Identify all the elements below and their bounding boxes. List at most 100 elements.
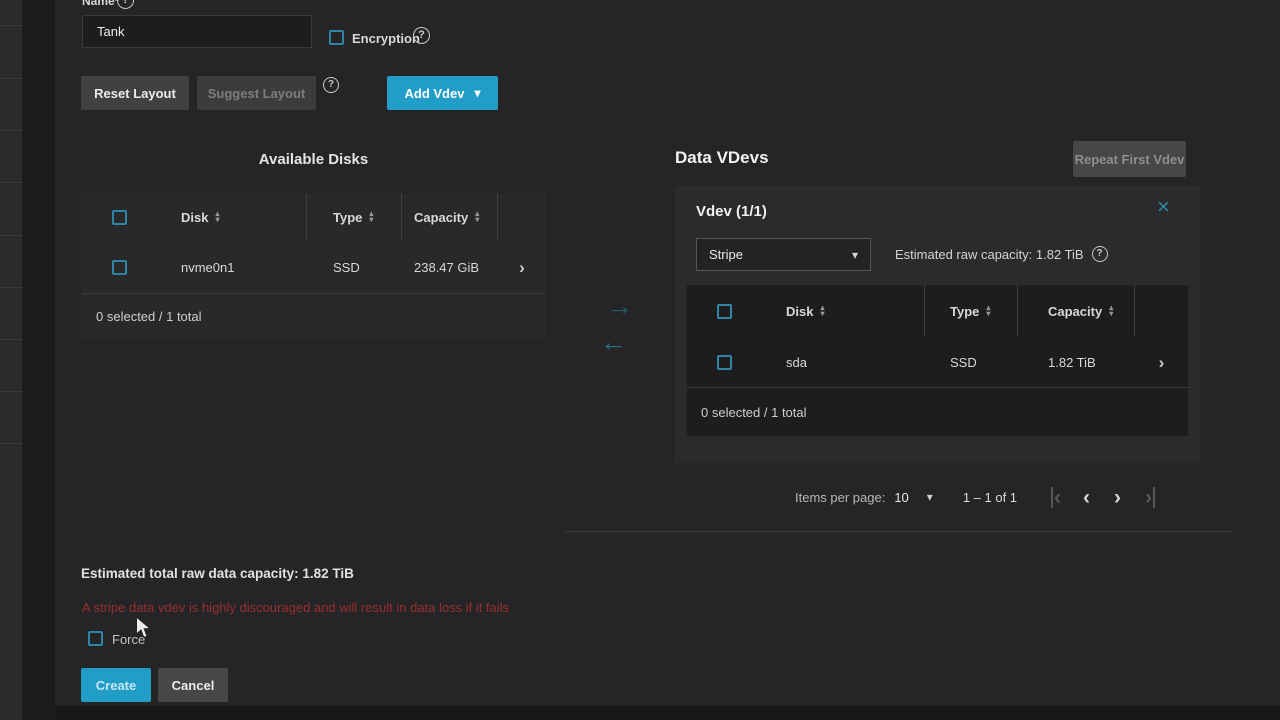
row-expand-chevron-icon[interactable]: ›: [519, 258, 525, 277]
column-header-type[interactable]: Type ▴ ▾: [307, 210, 373, 225]
data-vdevs-title: Data VDevs: [675, 148, 769, 167]
estimated-total-capacity: Estimated total raw data capacity: 1.82 …: [81, 566, 354, 581]
next-page-icon: ›: [1114, 485, 1122, 509]
cancel-button[interactable]: Cancel: [158, 668, 228, 702]
estimated-raw-capacity: Estimated raw capacity: 1.82 TiB ?: [895, 246, 1108, 262]
column-header-capacity[interactable]: Capacity ▴ ▾: [402, 210, 479, 225]
vdev-card: Vdev (1/1) × Stripe ▾ Estimated raw capa…: [675, 186, 1200, 463]
repeat-first-vdev-button[interactable]: Repeat First Vdev: [1073, 141, 1186, 177]
pool-name-input[interactable]: [82, 15, 312, 48]
column-label: Disk: [786, 303, 814, 319]
vdev-card-title: Vdev (1/1): [696, 203, 767, 220]
sidebar-divider: [0, 25, 22, 26]
sidebar-divider: [0, 391, 22, 392]
suggest-layout-button[interactable]: Suggest Layout: [197, 76, 316, 110]
sort-icon: ▴ ▾: [1109, 304, 1114, 318]
encryption-label: Encryption: [352, 31, 420, 46]
vdev-layout-value: Stripe: [709, 247, 743, 262]
sort-icon[interactable]: ▴ ▾: [215, 210, 220, 224]
disk-type: SSD: [950, 354, 977, 370]
column-header-disk[interactable]: Disk: [181, 210, 208, 225]
disk-capacity: 238.47 GiB: [414, 259, 480, 275]
available-table-header: Disk ▴ ▾ Type ▴ ▾ Capacity ▴ ▾: [81, 193, 546, 241]
paginator: Items per page: 10 ▾ 1 – 1 of 1 ‹ ‹ › ›: [780, 480, 1156, 514]
column-header-disk[interactable]: Disk: [786, 304, 813, 319]
sidebar-divider: [0, 287, 22, 288]
previous-page-icon: ‹: [1083, 485, 1091, 509]
vdev-layout-select[interactable]: Stripe ▾: [696, 238, 871, 271]
first-page-icon: ‹: [1054, 485, 1062, 509]
sidebar-divider: [0, 235, 22, 236]
last-page-icon: ›: [1145, 485, 1153, 509]
vdev-table-summary: 0 selected / 1 total: [687, 387, 1188, 436]
capacity-help-icon[interactable]: ?: [1091, 246, 1108, 262]
selection-summary: 0 selected / 1 total: [96, 309, 202, 324]
vdev-select-all-checkbox[interactable]: [717, 303, 732, 319]
column-header-type[interactable]: Type ▴ ▾: [925, 304, 990, 319]
sidebar-divider: [0, 78, 22, 79]
encryption-checkbox[interactable]: [329, 30, 344, 45]
sort-down-arrow: ▾: [986, 309, 991, 318]
column-label: Capacity: [414, 209, 469, 225]
sidebar-divider: [0, 130, 22, 131]
close-icon[interactable]: ×: [1157, 196, 1170, 218]
collapsed-sidebar[interactable]: [0, 0, 22, 720]
move-to-vdev-arrow-icon[interactable]: →: [606, 293, 633, 320]
disk-row-checkbox[interactable]: [717, 354, 732, 370]
sort-down-arrow: ▾: [215, 215, 220, 224]
move-to-available-arrow-icon[interactable]: ←: [600, 329, 627, 356]
encryption-help-icon[interactable]: ?: [413, 27, 430, 44]
items-per-page-label: Items per page:: [795, 489, 886, 505]
page-range-label: 1 – 1 of 1: [962, 489, 1018, 505]
disk-name: nvme0n1: [181, 259, 235, 275]
column-label: Capacity: [1048, 303, 1103, 319]
pool-manager-screen: Name* ? Encryption ? Reset Layout Sugges…: [0, 0, 1280, 720]
next-page-button[interactable]: ›: [1114, 487, 1121, 508]
table-row[interactable]: nvme0n1 SSD 238.47 GiB ›: [81, 241, 546, 293]
caret-down-icon: ▾: [851, 247, 858, 262]
sidebar-gutter: [22, 0, 55, 720]
force-label: Force: [112, 632, 146, 647]
vdev-table-header: Disk ▴ ▾ Type ▴ ▾ Capacity ▴ ▾: [687, 285, 1188, 337]
vdev-disks-table: Disk ▴ ▾ Type ▴ ▾ Capacity ▴ ▾ sda SSD 1…: [687, 285, 1188, 436]
column-label: Disk: [181, 209, 209, 225]
column-label: Type: [333, 209, 363, 225]
add-vdev-label: Add Vdev: [404, 85, 465, 101]
sidebar-divider: [0, 443, 22, 444]
stripe-warning-text: A stripe data vdev is highly discouraged…: [82, 600, 510, 615]
force-checkbox[interactable]: [88, 631, 103, 646]
last-page-button[interactable]: ›: [1145, 485, 1156, 509]
available-disks-table: Disk ▴ ▾ Type ▴ ▾ Capacity ▴ ▾ nvme0n1 S…: [81, 193, 546, 339]
items-per-page-caret-icon[interactable]: ▾: [927, 490, 933, 504]
sidebar-divider: [0, 339, 22, 340]
available-disks-title: Available Disks: [258, 151, 369, 168]
table-row[interactable]: sda SSD 1.82 TiB ›: [687, 337, 1188, 387]
selection-summary: 0 selected / 1 total: [701, 404, 807, 420]
disk-row-checkbox[interactable]: [112, 259, 127, 275]
add-vdev-button[interactable]: Add Vdev ▾: [387, 76, 498, 110]
column-header-capacity[interactable]: Capacity ▴ ▾: [1018, 304, 1113, 319]
sort-icon: ▴ ▾: [986, 304, 991, 318]
sidebar-divider: [0, 182, 22, 183]
sort-down-arrow: ▾: [369, 215, 374, 224]
items-per-page-value[interactable]: 10: [894, 490, 908, 505]
pool-name-label: Name*: [82, 0, 120, 8]
reset-layout-button[interactable]: Reset Layout: [81, 76, 189, 110]
sort-icon: ▴ ▾: [475, 210, 480, 224]
disk-capacity: 1.82 TiB: [1048, 354, 1096, 370]
row-expand-chevron-icon[interactable]: ›: [1159, 353, 1165, 372]
sort-down-arrow: ▾: [1109, 309, 1114, 318]
caret-down-icon: ▾: [474, 86, 481, 100]
sort-down-arrow: ▾: [820, 309, 825, 318]
first-page-button[interactable]: ‹: [1051, 485, 1062, 509]
previous-page-button[interactable]: ‹: [1083, 487, 1090, 508]
sort-icon: ▴ ▾: [820, 304, 825, 318]
disk-name: sda: [786, 354, 807, 370]
select-all-checkbox[interactable]: [112, 209, 127, 225]
disk-type: SSD: [333, 259, 360, 275]
layout-help-icon[interactable]: ?: [323, 77, 339, 93]
available-table-summary: 0 selected / 1 total: [81, 293, 546, 339]
column-label: Type: [950, 303, 980, 319]
create-button[interactable]: Create: [81, 668, 151, 702]
sort-down-arrow: ▾: [475, 215, 480, 224]
